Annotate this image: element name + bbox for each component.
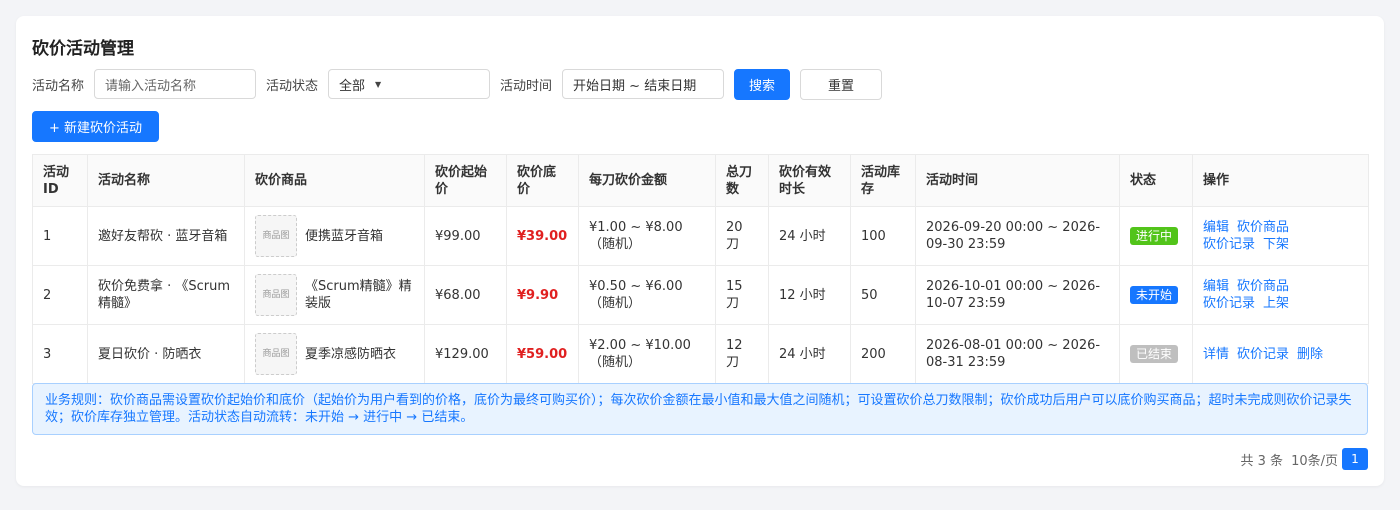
actions-cell: 编辑 砍价商品 砍价记录 上架 [1192,265,1369,325]
column-header: 砍价有效时长 [768,154,851,207]
pagination: 共 3 条 10条/页 1 [1241,448,1368,470]
column-header: 状态 [1119,154,1193,207]
online-link[interactable]: 上架 [1263,296,1289,311]
goods-cell: 商品图 《Scrum精髓》精装版 [244,265,425,325]
activity-id: 3 [32,324,88,384]
activity-id: 2 [32,265,88,325]
stock: 200 [850,324,916,384]
edit-link[interactable]: 编辑 [1203,220,1229,235]
start-price: ¥68.00 [424,265,507,325]
start-price: ¥129.00 [424,324,507,384]
activity-name: 邀好友帮砍 · 蓝牙音箱 [87,206,245,266]
actions-cell: 详情 砍价记录 删除 [1192,324,1369,384]
name-filter-label: 活动名称 [32,78,85,94]
activity-name: 夏日砍价 · 防晒衣 [87,324,245,384]
activity-id: 1 [32,206,88,266]
activity-time: 2026-08-01 00:00 ~ 2026-08-31 23:59 [915,324,1120,384]
records-link[interactable]: 砍价记录 [1203,296,1255,311]
date-range-picker[interactable]: 开始日期 ~ 结束日期 [562,69,725,99]
time-filter-label: 活动时间 [500,78,553,94]
status-cell: 已结束 [1119,324,1193,384]
table-row: 3 夏日砍价 · 防晒衣 商品图 夏季凉感防晒衣 ¥129.00 ¥59.00 ¥… [32,324,1369,384]
status-badge: 未开始 [1130,286,1179,304]
total-cuts: 12 刀 [715,324,769,384]
per-cut-amount: ¥1.00 ~ ¥8.00（随机） [578,206,716,266]
edit-link[interactable]: 编辑 [1203,279,1229,294]
caret-down-icon: ▼ [375,79,382,89]
status-cell: 未开始 [1119,265,1193,325]
column-header: 活动ID [32,154,88,207]
search-button[interactable]: 搜索 [734,68,791,100]
column-header: 操作 [1192,154,1369,207]
per-cut-amount: ¥2.00 ~ ¥10.00（随机） [578,324,716,384]
goods-name: 《Scrum精髓》精装版 [305,279,412,311]
goods-name: 夏季凉感防晒衣 [305,346,397,362]
product-image: 商品图 [255,274,297,316]
floor-price: ¥9.90 [506,265,579,325]
duration: 12 小时 [768,265,851,325]
activity-table: 活动ID 活动名称 砍价商品 砍价起始价 砍价底价 每刀砍价金额 总刀数 砍价有… [32,154,1369,384]
goods-name: 便携蓝牙音箱 [305,228,384,244]
floor-price: ¥39.00 [506,206,579,266]
stock: 50 [850,265,916,325]
activity-name: 砍价免费拿 · 《Scrum精髓》 [87,265,245,325]
status-cell: 进行中 [1119,206,1193,266]
detail-link[interactable]: 详情 [1203,347,1229,362]
activity-time: 2026-10-01 00:00 ~ 2026-10-07 23:59 [915,265,1120,325]
product-image: 商品图 [255,333,297,375]
pagination-total: 共 3 条 [1240,453,1284,469]
start-price: ¥99.00 [424,206,507,266]
goods-cell: 商品图 夏季凉感防晒衣 [244,324,425,384]
column-header: 活动库存 [850,154,916,207]
actions-cell: 编辑 砍价商品 砍价记录 下架 [1192,206,1369,266]
duration: 24 小时 [768,324,851,384]
records-link[interactable]: 砍价记录 [1203,237,1255,252]
name-filter-input[interactable]: 请输入活动名称 [94,69,257,99]
page-button-current[interactable]: 1 [1342,448,1368,470]
table-row: 2 砍价免费拿 · 《Scrum精髓》 商品图 《Scrum精髓》精装版 ¥68.… [32,265,1369,325]
column-header: 砍价起始价 [424,154,507,207]
delete-link[interactable]: 删除 [1297,347,1323,362]
status-filter-select[interactable]: 全部 ▼ [328,69,491,99]
column-header: 活动名称 [87,154,245,207]
reset-button[interactable]: 重置 [800,68,883,100]
product-image: 商品图 [255,215,297,257]
status-filter-label: 活动状态 [266,78,319,94]
goods-cell: 商品图 便携蓝牙音箱 [244,206,425,266]
column-header: 每刀砍价金额 [578,154,716,207]
status-badge: 已结束 [1130,345,1179,363]
filter-bar: 活动名称 请输入活动名称 活动状态 全部 ▼ 活动时间 开始日期 ~ 结束日期 … [32,68,883,100]
status-badge: 进行中 [1130,227,1179,245]
activity-time: 2026-09-20 00:00 ~ 2026-09-30 23:59 [915,206,1120,266]
status-filter-value: 全部 [339,78,366,94]
page-title: 砍价活动管理 [32,39,134,59]
floor-price: ¥59.00 [506,324,579,384]
total-cuts: 15 刀 [715,265,769,325]
duration: 24 小时 [768,206,851,266]
business-rules-notice: 业务规则：砍价商品需设置砍价起始价和底价（起始价为用户看到的价格，底价为最终可购… [32,383,1368,435]
records-link[interactable]: 砍价记录 [1237,347,1289,362]
table-row: 1 邀好友帮砍 · 蓝牙音箱 商品图 便携蓝牙音箱 ¥99.00 ¥39.00 ¥… [32,206,1369,266]
per-cut-amount: ¥0.50 ~ ¥6.00（随机） [578,265,716,325]
column-header: 总刀数 [715,154,769,207]
stock: 100 [850,206,916,266]
goods-link[interactable]: 砍价商品 [1237,220,1289,235]
goods-link[interactable]: 砍价商品 [1237,279,1289,294]
column-header: 活动时间 [915,154,1120,207]
column-header: 砍价底价 [506,154,579,207]
offline-link[interactable]: 下架 [1263,237,1289,252]
table-header-row: 活动ID 活动名称 砍价商品 砍价起始价 砍价底价 每刀砍价金额 总刀数 砍价有… [32,154,1369,207]
column-header: 砍价商品 [244,154,425,207]
page-size-select[interactable]: 10条/页 [1291,450,1338,469]
new-activity-button[interactable]: + 新建砍价活动 [32,111,159,142]
main-card: 砍价活动管理 活动名称 请输入活动名称 活动状态 全部 ▼ 活动时间 开始日期 … [16,16,1384,486]
total-cuts: 20 刀 [715,206,769,266]
